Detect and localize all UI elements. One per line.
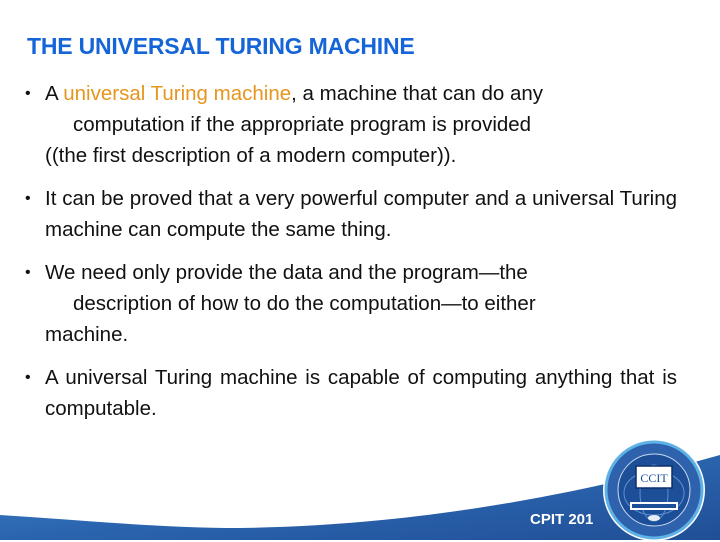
slide-title: THE UNIVERSAL TURING MACHINE [27,33,415,59]
bullet-dot-icon: • [25,190,31,207]
bullet-item: • We need only provide the data and the … [25,257,677,350]
bullet-text: A universal Turing machine, a machine th… [45,82,543,167]
bullet-text: It can be proved that a very powerful co… [45,187,677,241]
bullet-prefix: A [45,82,64,105]
bullet-text: We need only provide the data and the pr… [45,261,536,346]
bullet-item: • It can be proved that a very powerful … [25,183,677,245]
highlighted-term: universal Turing machine [63,82,292,105]
course-code: CPIT 201 [530,511,594,528]
bullet-text-line2: computation if the appropriate program i… [73,113,532,136]
bullet-text: A universal Turing machine is capable of… [45,366,677,420]
bullet-text-line3: ((the first description of a modern comp… [45,144,457,167]
bullet-list: • A universal Turing machine, a machine … [25,78,677,436]
bullet-text-line2: description of how to do the computation… [73,292,536,315]
bullet-text-line1: We need only provide the data and the pr… [45,261,528,284]
bullet-dot-icon: • [25,369,31,386]
bullet-dot-icon: • [25,85,31,102]
bullet-dot-icon: • [25,264,31,281]
bullet-item: • A universal Turing machine is capable … [25,362,677,424]
university-logo-icon: CCIT [603,439,705,541]
bullet-item: • A universal Turing machine, a machine … [25,78,677,171]
bullet-text-rest: , a machine that can do any [291,82,544,105]
bullet-text-line3: machine. [45,323,129,346]
logo-text: CCIT [640,471,668,485]
